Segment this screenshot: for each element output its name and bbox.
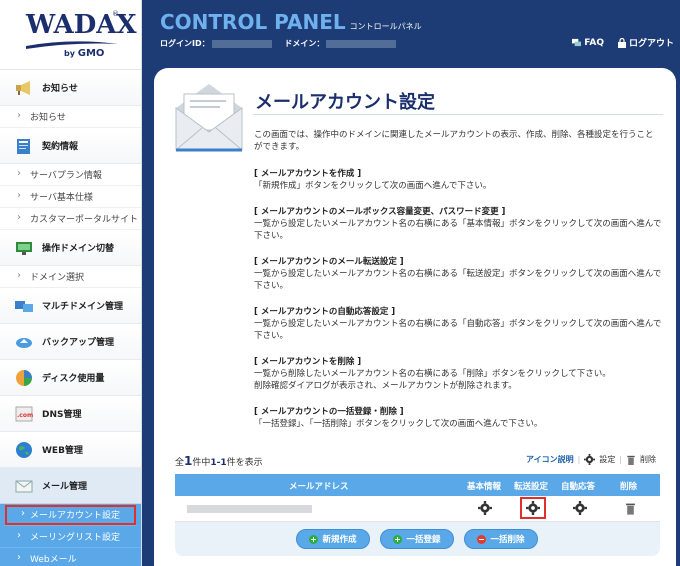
login-info: ログインID： ドメイン： <box>160 38 406 49</box>
intro-text: この画面では、操作中のドメインに関連したメールアカウントの表示、作成、削除、各種… <box>254 130 654 152</box>
section-mailbox: [ メールアカウントのメールボックス容量変更、パスワード変更 ] 一覧から設定し… <box>254 207 662 241</box>
faq-link[interactable]: FAQ <box>572 36 604 49</box>
section-auto-reply: [ メールアカウントの自動応答設定 ] 一覧から設定したいメールアカウント名の右… <box>254 307 662 341</box>
nav-multi-domain[interactable]: マルチドメイン管理 <box>0 288 141 324</box>
lock-icon <box>617 37 626 48</box>
wadax-logo[interactable]: WADAX ® by GMO <box>0 0 141 70</box>
monitor-switch-icon <box>16 242 32 255</box>
nav-domain-switch-label: 操作ドメイン切替 <box>42 244 115 254</box>
nav-news[interactable]: お知らせ <box>0 70 141 106</box>
nav-backup-label: バックアップ管理 <box>42 338 115 348</box>
result-count: 全1件中1-1件を表示 <box>175 454 263 468</box>
nav-sub-webmail[interactable]: Webメール <box>0 548 141 566</box>
nav-sub-server-plan[interactable]: サーバプラン情報 <box>0 164 141 186</box>
col-address: メールアドレス <box>289 482 349 492</box>
dns-com-icon: .com <box>15 406 33 422</box>
faq-icon <box>572 38 582 47</box>
table-footer: 新規作成 一括登録 一括削除 <box>175 522 660 556</box>
mail-envelope-icon <box>15 480 33 493</box>
highlight-box <box>520 497 546 519</box>
nav-contract[interactable]: 契約情報 <box>0 128 141 164</box>
nav-disk[interactable]: ディスク使用量 <box>0 360 141 396</box>
envelope-large-icon <box>175 84 243 152</box>
table-row <box>175 496 660 522</box>
icon-legend-link[interactable]: アイコン説明 <box>526 454 574 465</box>
new-account-button[interactable]: 新規作成 <box>296 529 370 549</box>
col-forward: 転送設定 <box>514 482 549 492</box>
col-basic: 基本情報 <box>467 482 502 492</box>
nav-mail-group: メール管理 メールアカウント設定 メーリングリスト設定 Webメール <box>0 468 141 566</box>
page-title: メールアカウント設定 <box>255 92 435 113</box>
table-header: メールアドレス 基本情報 転送設定 自動応答 削除 <box>175 474 660 496</box>
section-delete: [ メールアカウントを削除 ] 一覧から削除したいメールアカウント名の右横にある… <box>254 357 611 391</box>
gear-icon <box>584 454 596 465</box>
bulk-delete-button[interactable]: 一括削除 <box>464 529 538 549</box>
cloud-backup-icon <box>16 338 32 348</box>
basic-info-gear-icon[interactable] <box>478 501 492 515</box>
col-auto: 自動応答 <box>561 482 596 492</box>
logo-gmo: by GMO <box>64 48 105 59</box>
nav-mail-label: メール管理 <box>42 482 88 492</box>
login-id-masked <box>211 39 272 48</box>
mail-account-table: メールアドレス 基本情報 転送設定 自動応答 削除 新規作成 一括登録 一括削除 <box>175 474 660 556</box>
nav-sub-customer-portal[interactable]: カスタマーポータルサイト <box>0 208 141 230</box>
plus-icon <box>309 534 319 544</box>
nav-dns[interactable]: .com DNS管理 <box>0 396 141 432</box>
icon-legend: アイコン説明 | 設定 | 削除 <box>525 454 656 465</box>
minus-icon <box>477 534 487 544</box>
content-panel: メールアカウント設定 この画面では、操作中のドメインに関連したメールアカウントの… <box>154 68 676 566</box>
nav-web[interactable]: WEB管理 <box>0 432 141 468</box>
top-links: FAQ ログアウト <box>572 36 674 49</box>
logo-text: WADAX <box>26 10 137 40</box>
nav-sub-domain-select[interactable]: ドメイン選択 <box>0 266 141 288</box>
trash-icon <box>627 455 635 465</box>
sidebar: WADAX ® by GMO お知らせ お知らせ 契約情報 サーバプラン情報 サ… <box>0 0 142 566</box>
nav-sub-news[interactable]: お知らせ <box>0 106 141 128</box>
email-address-masked <box>187 505 312 513</box>
pie-chart-icon <box>16 370 32 386</box>
section-create: [ メールアカウントを作成 ] 「新規作成」ボタンをクリックして次の画面へ進んで… <box>254 169 492 191</box>
auto-reply-gear-icon[interactable] <box>573 501 587 515</box>
multi-monitor-icon <box>15 301 33 312</box>
nav-sub-mailing-list[interactable]: メーリングリスト設定 <box>0 526 141 548</box>
svg-text:.com: .com <box>17 412 33 419</box>
nav-news-label: お知らせ <box>42 84 78 94</box>
megaphone-icon <box>16 81 30 95</box>
nav-disk-label: ディスク使用量 <box>42 374 105 384</box>
nav-dns-label: DNS管理 <box>42 410 82 420</box>
bulk-register-button[interactable]: 一括登録 <box>380 529 454 549</box>
domain-masked <box>326 39 397 48</box>
nav-sub-server-spec[interactable]: サーバ基本仕様 <box>0 186 141 208</box>
nav-mail[interactable]: メール管理 <box>0 468 141 504</box>
globe-icon <box>16 442 32 458</box>
control-panel-title: CONTROL PANEL コントロールパネル <box>160 10 422 34</box>
nav-web-label: WEB管理 <box>42 446 83 456</box>
delete-trash-icon[interactable] <box>625 501 636 515</box>
section-forward: [ メールアカウントのメール転送設定 ] 一覧から設定したいメールアカウント名の… <box>254 257 662 291</box>
nav-sub-mail-account[interactable]: メールアカウント設定 <box>4 504 137 526</box>
registered-mark: ® <box>112 10 119 18</box>
nav-multi-domain-label: マルチドメイン管理 <box>42 302 124 312</box>
logout-link[interactable]: ログアウト <box>617 36 674 49</box>
top-bar: CONTROL PANEL コントロールパネル ログインID： ドメイン： FAQ… <box>142 0 680 62</box>
col-delete: 削除 <box>620 482 638 492</box>
section-bulk: [ メールアカウントの一括登録・削除 ] 「一括登録」、「一括削除」ボタンをクリ… <box>254 407 543 429</box>
nav-contract-label: 契約情報 <box>42 142 79 152</box>
contract-book-icon <box>17 139 30 154</box>
title-divider <box>253 114 663 115</box>
nav-domain-switch[interactable]: 操作ドメイン切替 <box>0 230 141 266</box>
plus-icon <box>393 534 403 544</box>
nav-backup[interactable]: バックアップ管理 <box>0 324 141 360</box>
